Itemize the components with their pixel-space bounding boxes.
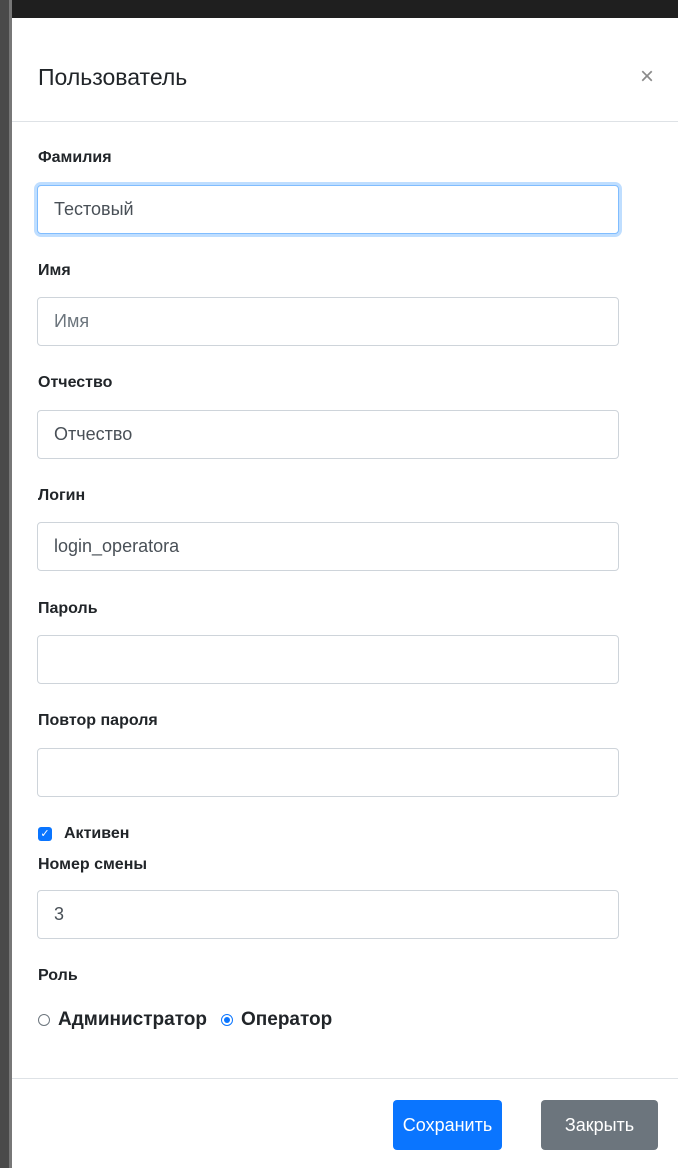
patronymic-input[interactable] bbox=[37, 410, 619, 459]
save-button[interactable]: Сохранить bbox=[393, 1100, 502, 1150]
role-label: Роль bbox=[38, 967, 78, 984]
password-repeat-label: Повтор пароля bbox=[38, 712, 158, 729]
backdrop-top bbox=[0, 0, 678, 18]
password-repeat-input[interactable] bbox=[37, 748, 619, 797]
role-radio-group: Администратор Оператор bbox=[38, 1008, 346, 1032]
password-input[interactable] bbox=[37, 635, 619, 684]
role-operator-label[interactable]: Оператор bbox=[241, 1009, 332, 1031]
active-label: Активен bbox=[64, 825, 130, 842]
modal-title: Пользователь bbox=[38, 64, 188, 90]
close-icon[interactable]: × bbox=[632, 62, 662, 92]
role-admin-label[interactable]: Администратор bbox=[58, 1009, 207, 1031]
login-label: Логин bbox=[38, 487, 86, 504]
first-name-label: Имя bbox=[38, 262, 71, 279]
last-name-label: Фамилия bbox=[38, 149, 112, 166]
modal-footer: Сохранить Закрыть bbox=[12, 1078, 678, 1168]
login-input[interactable] bbox=[37, 522, 619, 571]
role-operator-radio[interactable] bbox=[221, 1014, 233, 1026]
password-label: Пароль bbox=[38, 600, 98, 617]
first-name-input[interactable] bbox=[37, 297, 619, 346]
modal-header: Пользователь × bbox=[12, 18, 678, 122]
checkmark-icon[interactable]: ✓ bbox=[38, 827, 52, 841]
shift-number-input[interactable] bbox=[37, 890, 619, 939]
active-checkbox-row[interactable]: ✓ Активен bbox=[38, 824, 129, 844]
shift-number-label: Номер смены bbox=[38, 856, 148, 873]
user-modal: Пользователь × Фамилия Имя Отчество Логи… bbox=[12, 18, 678, 1168]
role-admin-radio[interactable] bbox=[38, 1014, 50, 1026]
last-name-input[interactable] bbox=[37, 185, 619, 234]
patronymic-label: Отчество bbox=[38, 374, 113, 391]
close-button[interactable]: Закрыть bbox=[541, 1100, 658, 1150]
